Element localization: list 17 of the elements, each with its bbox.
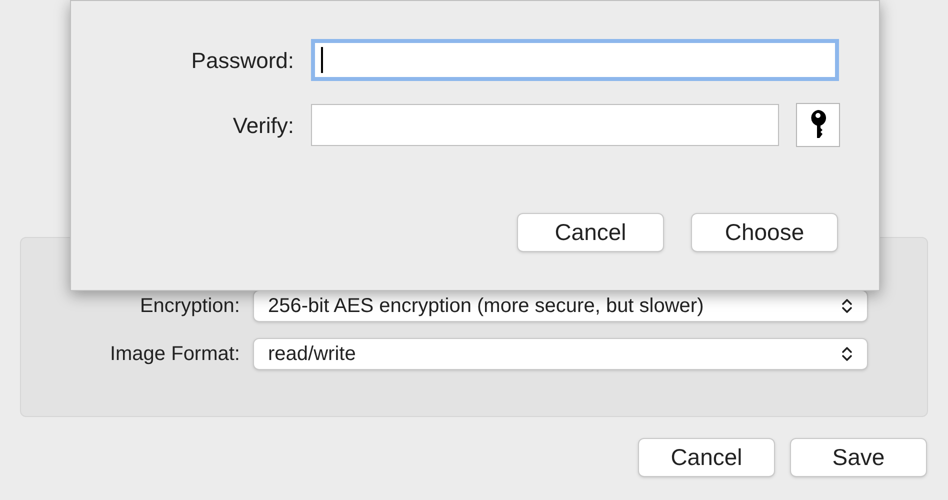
key-icon xyxy=(810,110,826,140)
field-label: Verify: xyxy=(232,112,295,140)
text-cursor xyxy=(321,47,323,73)
option-label: Image Format: xyxy=(108,342,241,367)
password-assistant-button[interactable] xyxy=(796,103,840,147)
password-field[interactable] xyxy=(311,104,779,146)
popup-button[interactable]: 256-bit AES encryption (more secure, but slower) xyxy=(253,290,868,322)
sheet-button[interactable]: Cancel xyxy=(517,213,664,252)
option-label: Encryption: xyxy=(138,294,241,319)
stepper-arrows-icon xyxy=(841,345,853,363)
dialog-button[interactable]: Cancel xyxy=(638,438,775,477)
password-field[interactable] xyxy=(311,39,839,81)
dialog-button[interactable]: Save xyxy=(790,438,927,477)
field-label: Password: xyxy=(190,46,295,74)
stepper-arrows-icon xyxy=(841,297,853,315)
popup-button[interactable]: read/write xyxy=(253,338,868,370)
sheet-button[interactable]: Choose xyxy=(691,213,838,252)
